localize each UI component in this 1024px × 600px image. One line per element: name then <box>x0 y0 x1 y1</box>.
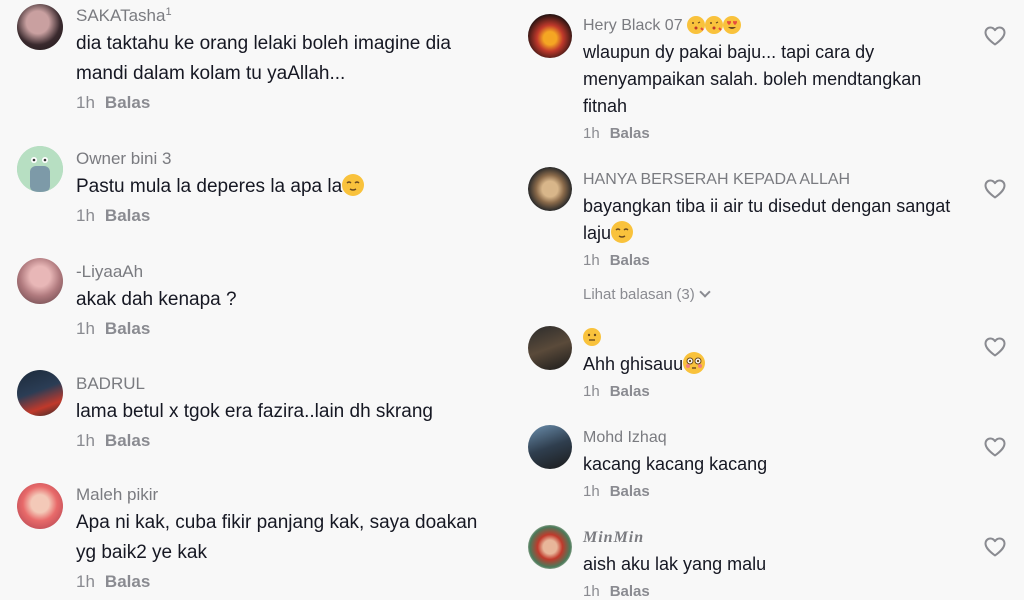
comments-column-right: Hery Black 07 wlaupun dy pakai baju... t… <box>512 0 1024 600</box>
comment-time: 1h <box>583 125 600 142</box>
comment-time: 1h <box>76 206 95 225</box>
comment-text: wlaupun dy pakai baju... tapi cara dy me… <box>583 42 922 116</box>
comment-time: 1h <box>583 583 600 600</box>
avatar[interactable] <box>528 167 572 211</box>
reply-button[interactable]: Balas <box>105 206 150 225</box>
view-replies-button[interactable]: Lihat balasan (3) <box>583 286 711 303</box>
comment-meta: 1h Balas <box>76 430 500 452</box>
neutral-face-emoji <box>583 328 601 346</box>
comment-text: bayangkan tiba ii air tu disedut dengan … <box>583 196 951 243</box>
comment-username[interactable]: Owner bini 3 <box>76 148 500 170</box>
comment-username[interactable]: SAKATasha1 <box>76 5 500 27</box>
comment-username[interactable]: HANYA BERSERAH KEPADA ALLAH <box>583 169 954 191</box>
reply-button[interactable]: Balas <box>105 93 150 112</box>
comment-text: Ahh ghisauu <box>583 351 954 378</box>
reply-button[interactable]: Balas <box>610 252 650 269</box>
comment-text: aish aku lak yang malu <box>583 554 767 574</box>
comment-time: 1h <box>76 431 95 450</box>
comment-meta: 1h Balas <box>76 571 500 593</box>
comment-meta: 1h Balas <box>76 205 500 227</box>
heart-outline-icon[interactable] <box>983 435 1007 459</box>
avatar[interactable] <box>17 146 63 192</box>
comment-meta: 1h Balas <box>583 481 954 503</box>
heart-eyes-emoji <box>723 16 742 34</box>
comment-time: 1h <box>76 319 95 338</box>
avatar[interactable] <box>17 258 63 304</box>
comment-meta: 1h Balas <box>583 581 954 600</box>
reply-button[interactable]: Balas <box>610 483 650 500</box>
heart-outline-icon[interactable] <box>983 177 1007 201</box>
comment-text: dia taktahu ke orang lelaki boleh imagin… <box>76 33 451 84</box>
relieved-face-emoji <box>611 221 634 243</box>
chevron-down-icon <box>699 286 711 298</box>
comment-text: Pastu mula la deperes la apa la <box>76 172 500 202</box>
flushed-face-emoji <box>683 352 706 374</box>
comment-username[interactable]: Hery Black 07 <box>583 15 954 37</box>
comment-text: kacang kacang kacang <box>583 454 768 474</box>
avatar[interactable] <box>17 370 63 416</box>
heart-outline-icon[interactable] <box>983 535 1007 559</box>
comment-username[interactable]: -LiyaaAh <box>76 261 500 283</box>
comment-time: 1h <box>76 572 95 591</box>
reply-button[interactable]: Balas <box>105 319 150 338</box>
face-blowing-kiss-emoji <box>687 16 706 34</box>
comment-meta: 1h Balas <box>76 318 500 340</box>
heart-outline-icon[interactable] <box>983 335 1007 359</box>
heart-outline-icon[interactable] <box>983 24 1007 48</box>
comment-username[interactable]: BADRUL <box>76 373 500 395</box>
reply-button[interactable]: Balas <box>610 383 650 400</box>
comment-username[interactable]: Maleh pikir <box>76 484 500 506</box>
avatar[interactable] <box>17 4 63 50</box>
avatar[interactable] <box>528 525 572 569</box>
comment-username[interactable]: MinMin <box>583 527 954 549</box>
avatar[interactable] <box>528 14 572 58</box>
comment-time: 1h <box>583 383 600 400</box>
reply-button[interactable]: Balas <box>105 572 150 591</box>
face-blowing-kiss-emoji <box>705 16 724 34</box>
comments-column-left: SAKATasha1 dia taktahu ke orang lelaki b… <box>0 0 512 600</box>
comment-time: 1h <box>583 483 600 500</box>
comment-meta: 1h Balas <box>583 123 954 145</box>
comment-meta: 1h Balas <box>583 250 954 272</box>
reply-button[interactable]: Balas <box>610 125 650 142</box>
avatar[interactable] <box>528 425 572 469</box>
comment-text: akak dah kenapa ? <box>76 289 237 310</box>
reply-button[interactable]: Balas <box>610 583 650 600</box>
comment-username[interactable]: Mohd Izhaq <box>583 427 954 449</box>
comment-text: lama betul x tgok era fazira..lain dh sk… <box>76 401 433 422</box>
reply-button[interactable]: Balas <box>105 431 150 450</box>
comment-meta: 1h Balas <box>76 92 500 114</box>
relieved-face-emoji <box>342 174 365 196</box>
avatar[interactable] <box>528 326 572 370</box>
comment-meta: 1h Balas <box>583 381 954 403</box>
comment-time: 1h <box>583 252 600 269</box>
comment-text: Apa ni kak, cuba fikir panjang kak, saya… <box>76 512 478 563</box>
avatar[interactable] <box>17 483 63 529</box>
comment-time: 1h <box>76 93 95 112</box>
comment-username[interactable] <box>583 327 954 349</box>
